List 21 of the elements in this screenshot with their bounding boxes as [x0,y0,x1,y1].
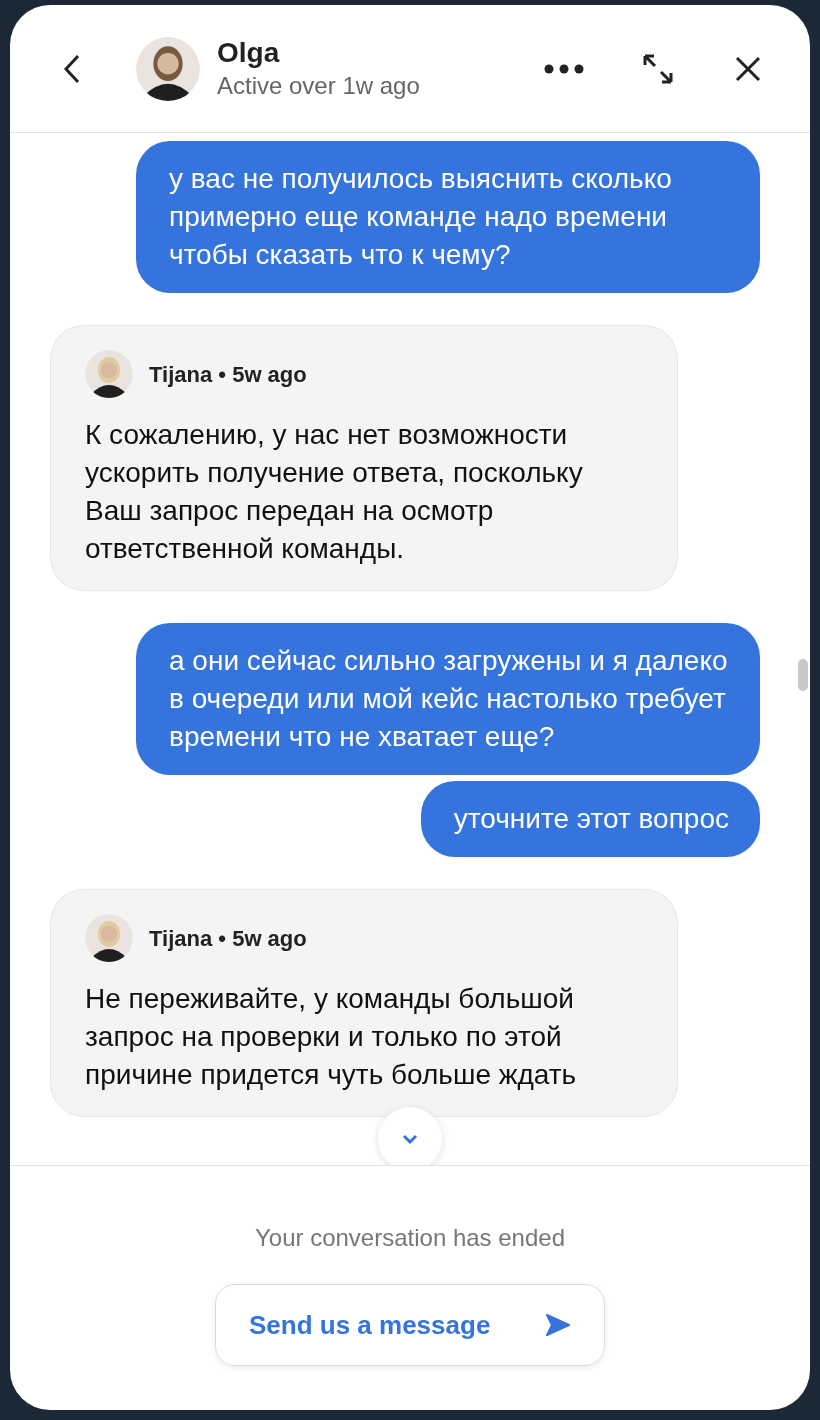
close-icon [735,55,761,82]
sent-message: а они сейчас сильно загружены и я далеко в очереди или мой кейс настолько требует времени что не хватает еще? [136,623,760,775]
send-icon [545,1313,571,1337]
chevron-down-icon [401,1133,419,1145]
avatar [85,914,133,962]
message-text: К сожалению, у нас нет возможности ускорить получение ответа, поскольку Ваш запрос передан на осмотр ответственной команды. [85,418,584,566]
sender-info: Tijana • 5w ago [149,360,307,389]
scrollbar-thumb[interactable] [798,659,808,691]
more-icon [544,63,584,74]
sender-info: Tijana • 5w ago [149,924,307,953]
contact-name: Olga [217,35,281,70]
back-icon [62,52,82,85]
message-text: Не переживайте, у команды большой запрос на проверки и только по этой причине придется чуть больше ждать [85,982,578,1092]
avatar [136,36,200,101]
status-text: Active over 1w ago [217,70,420,101]
expand-icon [642,52,674,85]
conversation-ended-notice: Your conversation has ended [255,1223,565,1253]
send-message-button[interactable]: Send us a message [215,1284,605,1366]
avatar [85,350,133,398]
sent-message: у вас не получилось выяснить сколько примерно еще команде надо времени чтобы сказать что к чему? [136,141,760,293]
sent-message: уточните этот вопрос [420,781,760,857]
